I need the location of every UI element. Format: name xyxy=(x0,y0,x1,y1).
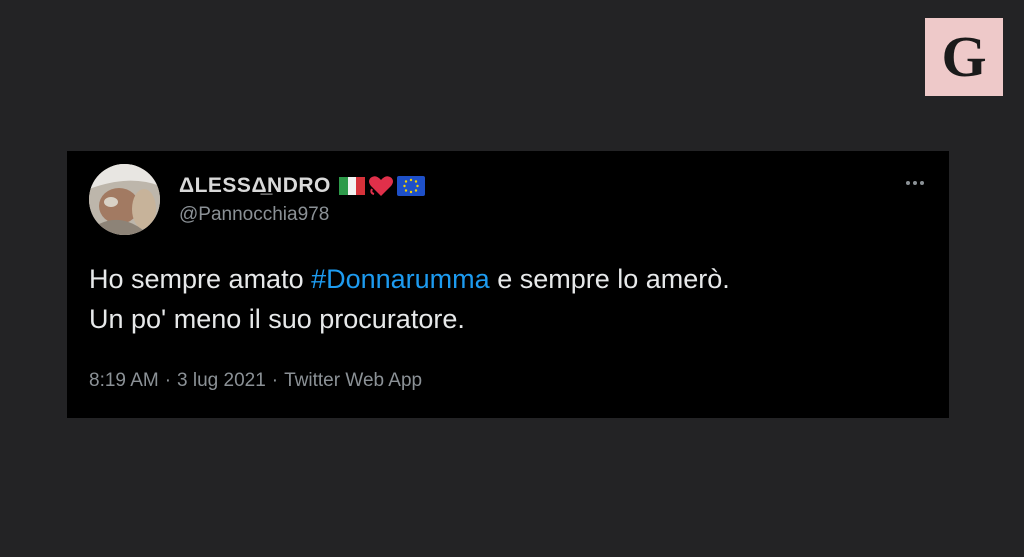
display-name[interactable]: ΔLESSΔ̲NDRO xyxy=(179,174,425,198)
tweet-text-end: e sempre lo amerò. xyxy=(489,264,730,294)
tweet-card: ΔLESSΔ̲NDRO @Pannocchia978 Ho sempre ama… xyxy=(67,151,949,418)
meta-separator: · xyxy=(164,370,172,391)
more-options-button[interactable] xyxy=(901,175,929,191)
flag-italy-icon xyxy=(338,177,365,195)
tweet-metadata: 8:19 AM · 3 lug 2021 · Twitter Web App xyxy=(89,370,422,392)
tweet-date[interactable]: 3 lug 2021 xyxy=(177,370,266,391)
heart-icon xyxy=(368,176,393,196)
tweet-time[interactable]: 8:19 AM xyxy=(89,370,159,391)
meta-separator: · xyxy=(271,370,279,391)
logo-letter: G xyxy=(941,24,987,89)
g-logo-badge: G xyxy=(925,18,1003,96)
screenshot-frame: G ΔLESSΔ̲NDRO @Pannocchia978 Ho sempre a… xyxy=(0,0,1024,557)
display-name-text: ΔLESSΔ̲NDRO xyxy=(179,174,331,197)
hashtag-link[interactable]: #Donnarumma xyxy=(311,264,490,294)
tweet-text: Ho sempre amato #Donnarumma e sempre lo … xyxy=(89,259,929,339)
avatar[interactable] xyxy=(89,164,160,235)
flag-eu-icon xyxy=(396,176,425,196)
tweet-text-line2: Un po' meno il suo procuratore. xyxy=(89,304,465,334)
profile-photo-icon xyxy=(89,164,160,235)
tweet-text-start: Ho sempre amato xyxy=(89,264,312,294)
more-horizontal-icon xyxy=(906,181,910,185)
user-handle[interactable]: @Pannocchia978 xyxy=(179,204,329,226)
tweet-source[interactable]: Twitter Web App xyxy=(284,370,422,391)
